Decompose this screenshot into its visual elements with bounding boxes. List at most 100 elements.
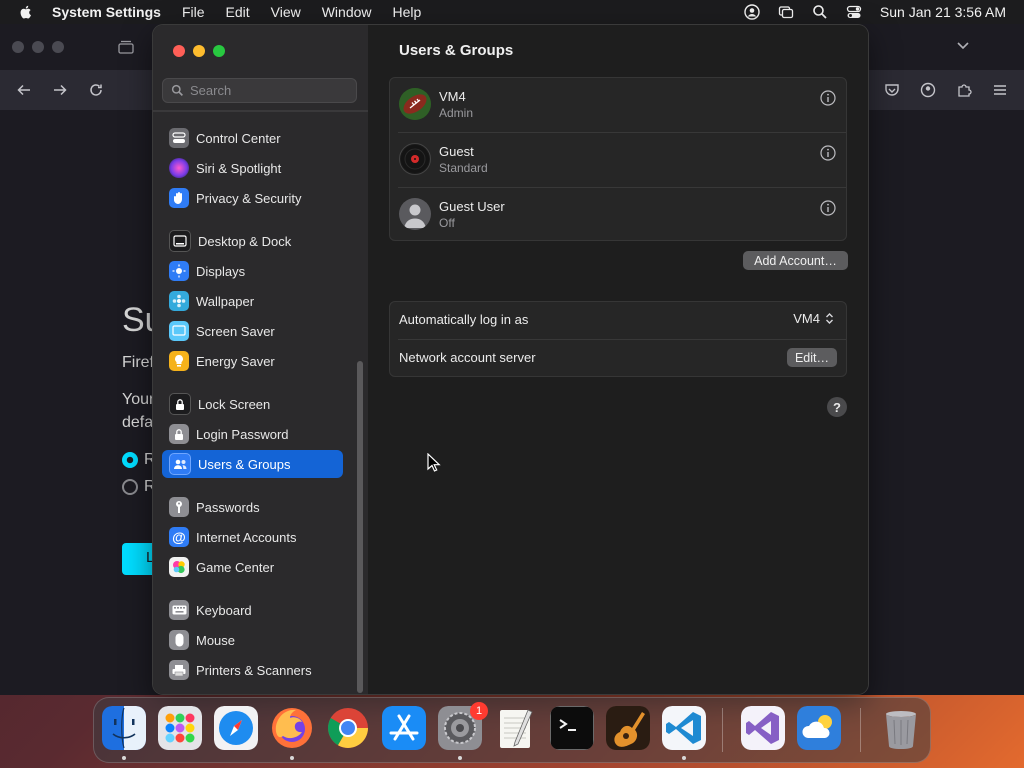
auto-login-popup[interactable]: VM4: [793, 311, 834, 326]
lock-icon: [169, 393, 191, 415]
lock-icon: [169, 424, 189, 444]
menu-file[interactable]: File: [182, 4, 205, 20]
browser-primary-button[interactable]: L: [122, 543, 156, 575]
garageband-icon[interactable]: [606, 706, 650, 750]
hamburger-menu-icon[interactable]: [992, 82, 1008, 98]
user-account-icon[interactable]: [744, 4, 760, 20]
info-icon[interactable]: [820, 145, 836, 161]
sidebar-item-keyboard[interactable]: Keyboard: [162, 596, 343, 624]
trash-icon[interactable]: [879, 706, 923, 750]
info-icon[interactable]: [820, 200, 836, 216]
sidebar-item-displays[interactable]: Displays: [162, 257, 343, 285]
running-indicator: [122, 756, 126, 760]
safari-icon[interactable]: [214, 706, 258, 750]
menu-view[interactable]: View: [271, 4, 301, 20]
sidebar-item-energy-saver[interactable]: Energy Saver: [162, 347, 343, 375]
main-pane: Users & Groups VM4 Admin Guest Standard: [368, 25, 868, 694]
spotlight-search-icon[interactable]: [812, 4, 828, 20]
menu-window[interactable]: Window: [322, 4, 372, 20]
sidebar-scrollbar[interactable]: [357, 361, 363, 693]
system-settings-window: Search Control Center Siri & Spotlight P…: [153, 25, 868, 694]
browser-radio-selected[interactable]: [122, 452, 138, 468]
add-account-button[interactable]: Add Account…: [743, 251, 848, 270]
search-field[interactable]: Search: [162, 78, 357, 103]
back-arrow-icon[interactable]: [16, 82, 32, 98]
browser-radio[interactable]: [122, 479, 138, 495]
user-row-guest[interactable]: Guest Standard: [390, 133, 846, 188]
reload-icon[interactable]: [88, 82, 104, 98]
tab-tray-icon[interactable]: [118, 40, 134, 54]
zoom-window-button[interactable]: [213, 45, 225, 57]
firefox-icon[interactable]: [270, 706, 314, 750]
sidebar-item-printers-scanners[interactable]: Printers & Scanners: [162, 656, 343, 684]
sidebar-item-label: Privacy & Security: [196, 190, 302, 206]
browser-close-dot[interactable]: [12, 41, 24, 53]
page-title: Users & Groups: [399, 42, 514, 59]
textedit-icon[interactable]: [494, 706, 538, 750]
dock-separator: [722, 708, 723, 752]
sidebar-item-label: Printers & Scanners: [196, 662, 312, 678]
user-name: Guest: [439, 144, 474, 159]
info-icon[interactable]: [820, 90, 836, 106]
sidebar-item-label: Energy Saver: [196, 353, 275, 369]
app-menu-title[interactable]: System Settings: [52, 4, 161, 20]
terminal-icon[interactable]: [550, 706, 594, 750]
sidebar: Search Control Center Siri & Spotlight P…: [153, 25, 368, 694]
chrome-icon[interactable]: [326, 706, 370, 750]
sidebar-item-label: Keyboard: [196, 602, 252, 618]
app-store-icon[interactable]: [382, 706, 426, 750]
menu-help[interactable]: Help: [393, 4, 422, 20]
sidebar-item-passwords[interactable]: Passwords: [162, 493, 343, 521]
browser-zoom-dot[interactable]: [52, 41, 64, 53]
search-placeholder: Search: [190, 83, 232, 98]
sidebar-item-wallpaper[interactable]: Wallpaper: [162, 287, 343, 315]
visual-studio-icon[interactable]: [741, 706, 785, 750]
minimize-window-button[interactable]: [193, 45, 205, 57]
sidebar-item-game-center[interactable]: Game Center: [162, 553, 343, 581]
network-server-row: Network account server Edit…: [390, 340, 846, 377]
weather-icon[interactable]: [797, 706, 841, 750]
pocket-icon[interactable]: [884, 82, 900, 98]
sidebar-item-desktop-dock[interactable]: Desktop & Dock: [162, 227, 343, 255]
auto-login-label: Automatically log in as: [399, 312, 529, 327]
sidebar-item-users-groups[interactable]: Users & Groups: [162, 450, 343, 478]
vscode-icon[interactable]: [662, 706, 706, 750]
sidebar-item-label: Lock Screen: [198, 396, 271, 412]
menu-clock[interactable]: Sun Jan 21 3:56 AM: [880, 4, 1006, 20]
sidebar-scroll-edge: [153, 110, 368, 112]
edit-network-server-button[interactable]: Edit…: [787, 348, 837, 367]
launchpad-icon[interactable]: [158, 706, 202, 750]
sidebar-item-internet-accounts[interactable]: @ Internet Accounts: [162, 523, 343, 551]
user-name: VM4: [439, 89, 466, 104]
help-button[interactable]: ?: [827, 397, 847, 417]
control-center-icon[interactable]: [846, 4, 862, 20]
user-avatar-record: [399, 143, 431, 175]
running-indicator: [290, 756, 294, 760]
apple-logo-icon[interactable]: [18, 4, 34, 20]
sidebar-item-screen-saver[interactable]: Screen Saver: [162, 317, 343, 345]
screen-mirroring-icon[interactable]: [778, 4, 794, 20]
finder-icon[interactable]: [102, 706, 146, 750]
sidebar-item-lock-screen[interactable]: Lock Screen: [162, 390, 343, 418]
tab-list-chevron-icon[interactable]: [956, 41, 970, 51]
extensions-icon[interactable]: [956, 82, 972, 98]
sidebar-item-control-center[interactable]: Control Center: [162, 124, 343, 152]
sidebar-item-siri-spotlight[interactable]: Siri & Spotlight: [162, 154, 343, 182]
wallpaper-icon: [169, 291, 189, 311]
sidebar-item-mouse[interactable]: Mouse: [162, 626, 343, 654]
user-role: Standard: [439, 161, 488, 175]
forward-arrow-icon[interactable]: [52, 82, 68, 98]
sidebar-item-label: Screen Saver: [196, 323, 275, 339]
user-row-guest-user[interactable]: Guest User Off: [390, 188, 846, 243]
browser-minimize-dot[interactable]: [32, 41, 44, 53]
sidebar-item-label: Passwords: [196, 499, 260, 515]
user-name: Guest User: [439, 199, 505, 214]
user-row-vm4[interactable]: VM4 Admin: [390, 78, 846, 133]
menu-edit[interactable]: Edit: [226, 4, 250, 20]
account-icon[interactable]: [920, 82, 936, 98]
sidebar-item-privacy-security[interactable]: Privacy & Security: [162, 184, 343, 212]
close-window-button[interactable]: [173, 45, 185, 57]
control-center-icon: [169, 128, 189, 148]
sidebar-item-label: Control Center: [196, 130, 281, 146]
sidebar-item-login-password[interactable]: Login Password: [162, 420, 343, 448]
